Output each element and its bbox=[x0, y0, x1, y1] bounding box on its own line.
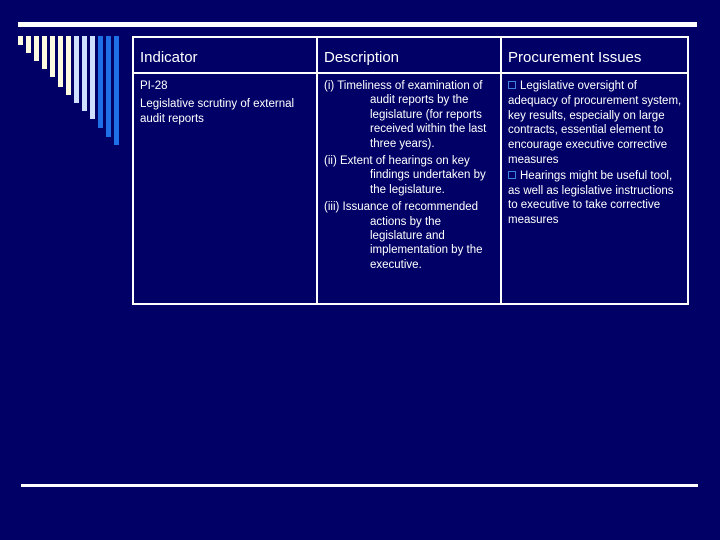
header-indicator: Indicator bbox=[132, 36, 318, 74]
decorative-stripe bbox=[82, 36, 87, 111]
indicator-table: Indicator Description Procurement Issues… bbox=[132, 36, 689, 305]
procurement-issue-text: Legislative oversight of adequacy of pro… bbox=[508, 80, 682, 166]
description-item-lead: (iii) Issuance of recommended bbox=[324, 201, 479, 214]
square-bullet-icon bbox=[508, 170, 516, 179]
decorative-stripe bbox=[18, 36, 23, 45]
header-procurement-issues: Procurement Issues bbox=[500, 36, 689, 74]
procurement-issue-item: Legislative oversight of adequacy of pro… bbox=[508, 79, 683, 168]
description-item-lead: (ii) Extent of hearings on key bbox=[324, 155, 470, 168]
decorative-stripe bbox=[50, 36, 55, 77]
decorative-stripe bbox=[26, 36, 31, 53]
decorative-stripe bbox=[34, 36, 39, 61]
decorative-stripe bbox=[74, 36, 79, 103]
table-row: PI-28 Legislative scrutiny of external a… bbox=[132, 72, 689, 305]
indicator-cell: PI-28 Legislative scrutiny of external a… bbox=[132, 72, 318, 305]
procurement-issue-text: Hearings might be useful tool, as well a… bbox=[508, 169, 674, 227]
title-rule-top bbox=[18, 22, 697, 27]
table-header-row: Indicator Description Procurement Issues bbox=[132, 36, 689, 74]
decorative-stripe bbox=[66, 36, 71, 95]
header-description: Description bbox=[316, 36, 502, 74]
description-cell: (i) Timeliness of examination of audit r… bbox=[316, 72, 502, 305]
indicator-name: Legislative scrutiny of external audit r… bbox=[140, 98, 295, 125]
footer-rule bbox=[21, 484, 698, 487]
description-item: (ii) Extent of hearings on key findings … bbox=[324, 154, 494, 197]
description-item-continuation: actions by the legislature and implement… bbox=[370, 215, 483, 271]
square-bullet-icon bbox=[508, 81, 516, 89]
decorative-stripe bbox=[106, 36, 111, 137]
description-item: (iii) Issuance of recommended actions by… bbox=[324, 200, 494, 272]
description-item: (i) Timeliness of examination of audit r… bbox=[324, 79, 494, 151]
indicator-code: PI-28 bbox=[140, 80, 168, 92]
decorative-stripe bbox=[58, 36, 63, 87]
description-item-continuation: audit reports by the legislature (for re… bbox=[370, 94, 487, 150]
procurement-issue-item: Hearings might be useful tool, as well a… bbox=[508, 169, 683, 228]
decorative-stripe bbox=[42, 36, 47, 69]
description-item-lead: (i) Timeliness of examination of bbox=[324, 80, 483, 92]
decorative-stripe bbox=[98, 36, 103, 128]
decorative-stripe bbox=[114, 36, 119, 145]
procurement-issues-cell: Legislative oversight of adequacy of pro… bbox=[500, 72, 689, 305]
description-item-continuation: findings undertaken by the legislature. bbox=[370, 169, 486, 196]
decorative-stripe bbox=[90, 36, 95, 119]
